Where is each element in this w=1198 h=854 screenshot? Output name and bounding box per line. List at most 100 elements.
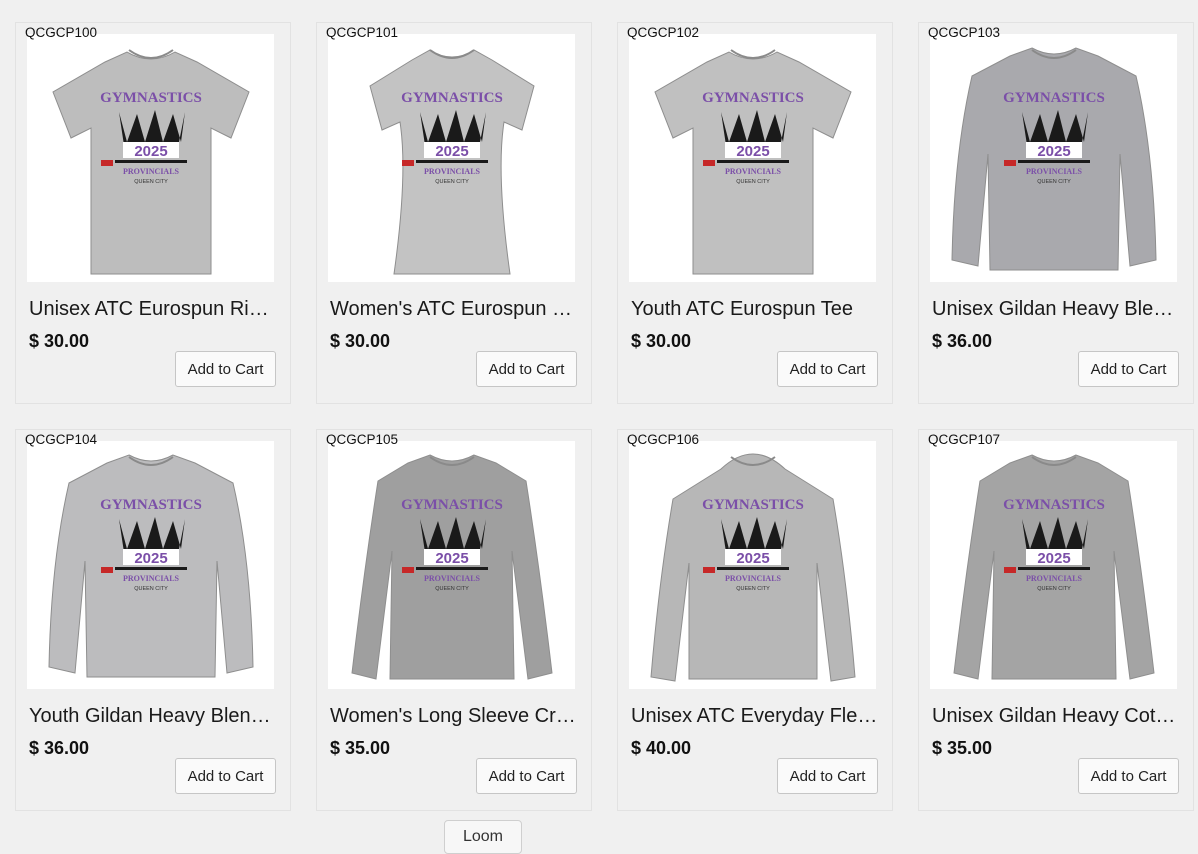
- product-title[interactable]: Youth ATC Eurospun Tee: [631, 298, 882, 321]
- product-price: $ 36.00: [932, 331, 993, 351]
- garment-illustration: GYMNASTICS 2025 PROVINCIALS QUEEN CITY: [951, 47, 1157, 271]
- product-price: $ 35.00: [330, 738, 391, 758]
- product-price: $ 30.00: [29, 331, 90, 351]
- add-to-cart-button[interactable]: Add to Cart: [1078, 758, 1179, 794]
- product-title[interactable]: Women's ATC Eurospun …: [330, 298, 581, 321]
- loom-button[interactable]: Loom: [444, 820, 522, 854]
- product-sku: QCGCP104: [25, 432, 98, 447]
- product-sku: QCGCP105: [326, 432, 399, 447]
- product-image[interactable]: GYMNASTICS 2025 PROVINCIALS QUEEN CITY: [930, 34, 1177, 282]
- product-card: QCGCP101 GYMNASTICS 2025 PROVINCIALS QUEEN …: [316, 22, 592, 404]
- print-divider: [416, 567, 488, 570]
- product-grid: QCGCP100 GYMNASTICS 2025 PROVINCIALS QUEEN …: [15, 22, 1194, 811]
- print-divider: [1018, 567, 1090, 570]
- sponsor-logo: [703, 160, 715, 166]
- product-title[interactable]: Unisex ATC Everyday Fle…: [631, 705, 882, 728]
- add-to-cart-button[interactable]: Add to Cart: [777, 758, 878, 794]
- print-year-text: 2025: [1037, 550, 1070, 567]
- print-divider: [416, 160, 488, 163]
- print-line2-text: QUEEN CITY: [736, 179, 770, 185]
- garment-illustration: GYMNASTICS 2025 PROVINCIALS QUEEN CITY: [369, 49, 535, 275]
- print-top-text: GYMNASTICS: [100, 90, 202, 106]
- print-year-text: 2025: [736, 143, 769, 160]
- product-sku: QCGCP101: [326, 25, 399, 40]
- print-top-text: GYMNASTICS: [1003, 497, 1105, 513]
- product-card: QCGCP105 GYMNASTICS 2025 PROVINCIALS QUEEN …: [316, 429, 592, 811]
- product-title[interactable]: Unisex Gildan Heavy Cot…: [932, 705, 1183, 728]
- print-year-text: 2025: [736, 550, 769, 567]
- print-divider: [717, 567, 789, 570]
- print-year-text: 2025: [1037, 143, 1070, 160]
- garment-illustration: GYMNASTICS 2025 PROVINCIALS QUEEN CITY: [650, 453, 856, 682]
- print-divider: [717, 160, 789, 163]
- product-price: $ 30.00: [631, 331, 692, 351]
- print-line2-text: QUEEN CITY: [435, 179, 469, 185]
- product-image[interactable]: GYMNASTICS 2025 PROVINCIALS QUEEN CITY: [930, 441, 1177, 689]
- product-card: QCGCP100 GYMNASTICS 2025 PROVINCIALS QUEEN …: [15, 22, 291, 404]
- print-top-text: GYMNASTICS: [100, 497, 202, 513]
- product-image[interactable]: GYMNASTICS 2025 PROVINCIALS QUEEN CITY: [27, 441, 274, 689]
- product-title[interactable]: Unisex Gildan Heavy Ble…: [932, 298, 1183, 321]
- print-line1-text: PROVINCIALS: [725, 574, 782, 583]
- add-to-cart-button[interactable]: Add to Cart: [1078, 351, 1179, 387]
- sponsor-logo: [1004, 567, 1016, 573]
- product-image[interactable]: GYMNASTICS 2025 PROVINCIALS QUEEN CITY: [629, 34, 876, 282]
- product-price: $ 30.00: [330, 331, 391, 351]
- product-title[interactable]: Women's Long Sleeve Cr…: [330, 705, 581, 728]
- print-line2-text: QUEEN CITY: [435, 586, 469, 592]
- print-line1-text: PROVINCIALS: [424, 167, 481, 176]
- print-line1-text: PROVINCIALS: [725, 167, 782, 176]
- sponsor-logo: [402, 567, 414, 573]
- print-line1-text: PROVINCIALS: [424, 574, 481, 583]
- product-sku: QCGCP106: [627, 432, 700, 447]
- print-top-text: GYMNASTICS: [1003, 90, 1105, 106]
- product-title[interactable]: Unisex ATC Eurospun Ri…: [29, 298, 280, 321]
- add-to-cart-button[interactable]: Add to Cart: [175, 758, 276, 794]
- garment-illustration: GYMNASTICS 2025 PROVINCIALS QUEEN CITY: [654, 49, 852, 275]
- print-line1-text: PROVINCIALS: [123, 167, 180, 176]
- print-year-text: 2025: [435, 143, 468, 160]
- sponsor-logo: [101, 567, 113, 573]
- print-top-text: GYMNASTICS: [401, 497, 503, 513]
- garment-illustration: GYMNASTICS 2025 PROVINCIALS QUEEN CITY: [953, 454, 1155, 680]
- print-year-text: 2025: [134, 550, 167, 567]
- product-card: QCGCP106 GYMNASTICS 2025 PROVINCIALS QUEEN …: [617, 429, 893, 811]
- print-line2-text: QUEEN CITY: [1037, 586, 1071, 592]
- add-to-cart-button[interactable]: Add to Cart: [175, 351, 276, 387]
- product-sku: QCGCP102: [627, 25, 700, 40]
- print-divider: [115, 567, 187, 570]
- print-line1-text: PROVINCIALS: [123, 574, 180, 583]
- sponsor-logo: [402, 160, 414, 166]
- add-to-cart-button[interactable]: Add to Cart: [476, 351, 577, 387]
- add-to-cart-button[interactable]: Add to Cart: [476, 758, 577, 794]
- print-top-text: GYMNASTICS: [702, 497, 804, 513]
- product-image[interactable]: GYMNASTICS 2025 PROVINCIALS QUEEN CITY: [27, 34, 274, 282]
- product-image[interactable]: GYMNASTICS 2025 PROVINCIALS QUEEN CITY: [328, 34, 575, 282]
- print-year-text: 2025: [134, 143, 167, 160]
- product-image[interactable]: GYMNASTICS 2025 PROVINCIALS QUEEN CITY: [629, 441, 876, 689]
- sponsor-logo: [703, 567, 715, 573]
- print-year-text: 2025: [435, 550, 468, 567]
- sponsor-logo: [1004, 160, 1016, 166]
- product-card: QCGCP107 GYMNASTICS 2025 PROVINCIALS QUEEN …: [918, 429, 1194, 811]
- product-image[interactable]: GYMNASTICS 2025 PROVINCIALS QUEEN CITY: [328, 441, 575, 689]
- print-top-text: GYMNASTICS: [702, 90, 804, 106]
- print-top-text: GYMNASTICS: [401, 90, 503, 106]
- print-line2-text: QUEEN CITY: [1037, 179, 1071, 185]
- product-card: QCGCP104 GYMNASTICS 2025 PROVINCIALS QUEEN …: [15, 429, 291, 811]
- product-card: QCGCP103 GYMNASTICS 2025 PROVINCIALS QUEEN …: [918, 22, 1194, 404]
- print-line2-text: QUEEN CITY: [134, 179, 168, 185]
- add-to-cart-button[interactable]: Add to Cart: [777, 351, 878, 387]
- product-price: $ 40.00: [631, 738, 692, 758]
- product-sku: QCGCP103: [928, 25, 1001, 40]
- garment-illustration: GYMNASTICS 2025 PROVINCIALS QUEEN CITY: [52, 49, 250, 275]
- print-line1-text: PROVINCIALS: [1026, 167, 1083, 176]
- print-divider: [115, 160, 187, 163]
- print-line1-text: PROVINCIALS: [1026, 574, 1083, 583]
- print-divider: [1018, 160, 1090, 163]
- print-line2-text: QUEEN CITY: [134, 586, 168, 592]
- product-sku: QCGCP107: [928, 432, 1001, 447]
- product-title[interactable]: Youth Gildan Heavy Blen…: [29, 705, 280, 728]
- product-price: $ 36.00: [29, 738, 90, 758]
- garment-illustration: GYMNASTICS 2025 PROVINCIALS QUEEN CITY: [48, 454, 254, 678]
